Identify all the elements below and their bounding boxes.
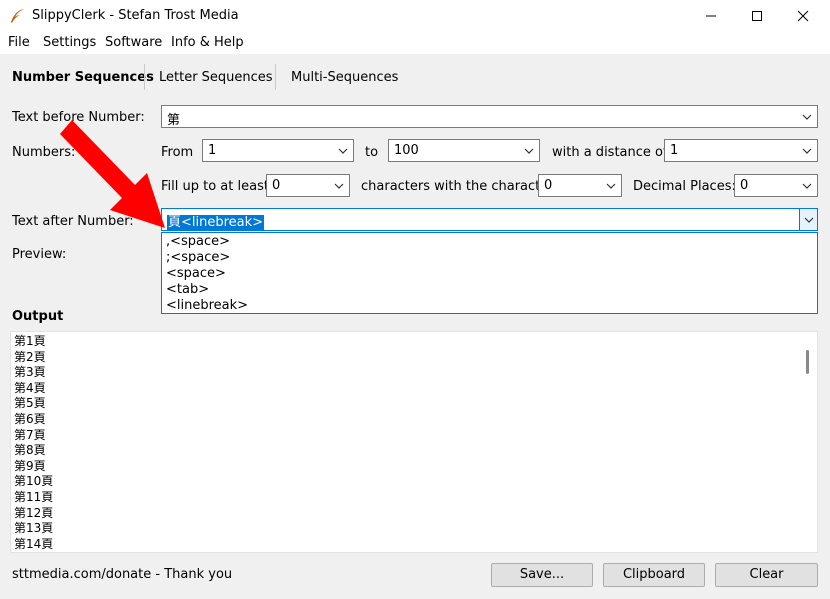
menu-info-help[interactable]: Info & Help xyxy=(171,35,244,50)
output-line: 第3頁 xyxy=(14,365,46,380)
menu-bar: File Settings Software Info & Help xyxy=(0,32,830,54)
output-line: 第1頁 xyxy=(14,334,46,348)
save-button[interactable]: Save... xyxy=(491,563,593,587)
text-after-dropdown-list: ,<space> ;<space> <space> <tab> <linebre… xyxy=(161,232,818,314)
dropdown-option[interactable]: <tab> xyxy=(166,282,209,298)
fill-combo[interactable]: 0 xyxy=(266,174,350,197)
output-line: 第12頁 xyxy=(14,505,54,520)
chars-value: 0 xyxy=(544,178,553,193)
dropdown-toggle[interactable] xyxy=(799,209,817,230)
text-after-combo[interactable]: 頁<linebreak> xyxy=(161,208,818,231)
chars-label: characters with the character xyxy=(361,179,554,194)
output-textarea[interactable]: 第1頁 第2頁 第3頁 第4頁 第5頁 第6頁 第7頁 第8頁 第9頁 第10頁… xyxy=(10,331,818,553)
close-icon xyxy=(797,10,809,22)
menu-software[interactable]: Software xyxy=(105,35,162,50)
chevron-down-icon xyxy=(804,217,814,223)
window-title: SlippyClerk - Stefan Trost Media xyxy=(32,8,239,23)
distance-combo[interactable]: 1 xyxy=(664,139,818,162)
title-bar: SlippyClerk - Stefan Trost Media xyxy=(0,0,830,32)
from-value: 1 xyxy=(208,143,217,158)
chevron-down-icon xyxy=(338,148,348,154)
preview-label: Preview: xyxy=(12,247,67,262)
chevron-down-icon xyxy=(334,183,344,189)
minimize-button[interactable] xyxy=(688,0,734,32)
decimal-label: Decimal Places: xyxy=(633,179,736,194)
output-line: 第4頁 xyxy=(14,380,46,395)
tab-divider xyxy=(275,64,276,90)
output-line: 第8頁 xyxy=(14,443,46,458)
dropdown-option[interactable]: <linebreak> xyxy=(166,298,248,314)
to-label: to xyxy=(365,145,379,160)
output-line: 第5頁 xyxy=(14,396,46,411)
output-scrollbar[interactable] xyxy=(800,332,817,552)
chevron-down-icon xyxy=(802,183,812,189)
output-line: 第10頁 xyxy=(14,474,54,489)
close-button[interactable] xyxy=(780,0,826,32)
chars-combo[interactable]: 0 xyxy=(538,174,622,197)
output-line: 第13頁 xyxy=(14,521,54,536)
chevron-down-icon xyxy=(802,114,812,120)
donate-text[interactable]: sttmedia.com/donate - Thank you xyxy=(12,567,232,582)
fill-label: Fill up to at least xyxy=(161,179,269,194)
decimal-value: 0 xyxy=(740,178,749,193)
output-label: Output xyxy=(12,309,64,324)
menu-settings[interactable]: Settings xyxy=(43,35,96,50)
minimize-icon xyxy=(706,15,716,17)
from-combo[interactable]: 1 xyxy=(202,139,354,162)
to-combo[interactable]: 100 xyxy=(388,139,540,162)
distance-value: 1 xyxy=(670,143,679,158)
output-line: 第14頁 xyxy=(14,536,54,551)
distance-label: with a distance of xyxy=(552,145,668,160)
scroll-thumb[interactable] xyxy=(806,350,809,374)
dropdown-option[interactable]: ;<space> xyxy=(166,250,230,266)
output-line: 第11頁 xyxy=(14,490,54,504)
maximize-button[interactable] xyxy=(734,0,780,32)
to-value: 100 xyxy=(394,143,419,158)
tab-letter-sequences[interactable]: Letter Sequences xyxy=(159,70,273,85)
menu-file[interactable]: File xyxy=(8,35,30,50)
chevron-down-icon xyxy=(802,148,812,154)
output-line: 第2頁 xyxy=(14,349,46,364)
tab-multi-sequences[interactable]: Multi-Sequences xyxy=(291,70,398,85)
maximize-icon xyxy=(752,11,762,21)
chevron-down-icon xyxy=(524,148,534,154)
clipboard-button[interactable]: Clipboard xyxy=(603,563,705,587)
decimal-combo[interactable]: 0 xyxy=(734,174,818,197)
dropdown-option[interactable]: ,<space> xyxy=(166,234,230,250)
output-line: 第6頁 xyxy=(14,412,46,426)
dropdown-option[interactable]: <space> xyxy=(166,266,226,282)
chevron-down-icon xyxy=(606,183,616,189)
feather-icon xyxy=(11,9,24,23)
tab-divider xyxy=(144,64,145,90)
tab-number-sequences[interactable]: Number Sequences xyxy=(12,70,154,85)
output-line: 第7頁 xyxy=(14,427,46,442)
red-arrow-icon xyxy=(60,120,165,228)
text-before-combo[interactable]: 第 xyxy=(161,105,818,128)
text-after-value[interactable]: 頁<linebreak> xyxy=(167,215,265,230)
output-line: 第9頁 xyxy=(14,458,46,473)
clear-button[interactable]: Clear xyxy=(715,563,818,587)
fill-value: 0 xyxy=(272,178,281,193)
